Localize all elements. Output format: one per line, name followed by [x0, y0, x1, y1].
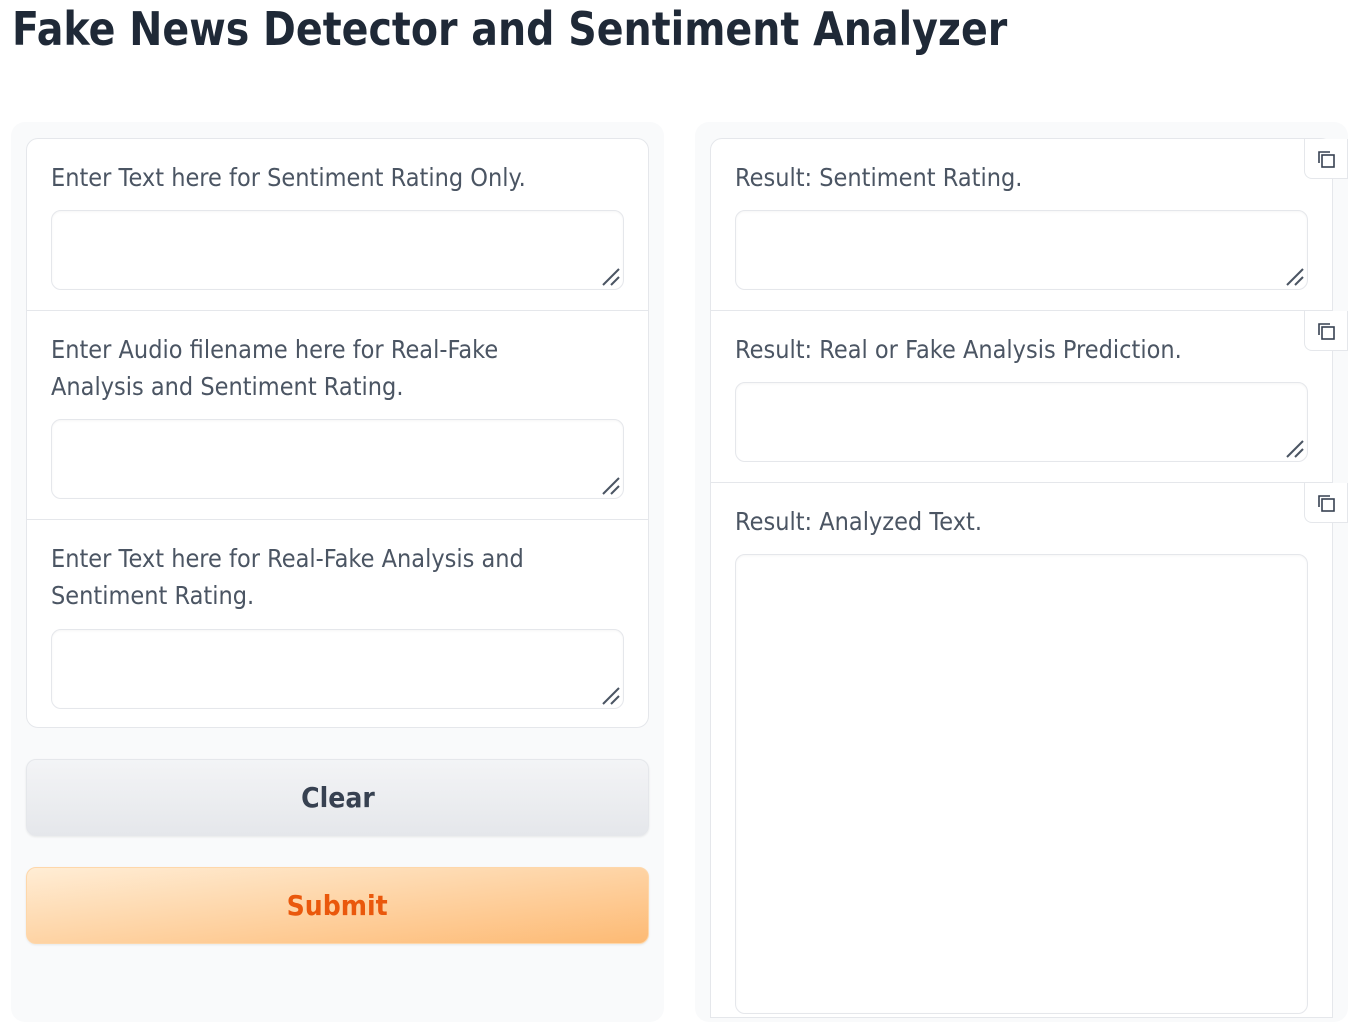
input-audio-filename-label: Enter Audio filename here for Real-Fake … [51, 335, 499, 401]
sentiment-result-output[interactable] [735, 210, 1308, 290]
output-card: Result: Sentiment Rating. Result: Real o… [710, 138, 1348, 1018]
copy-button[interactable] [1304, 483, 1348, 523]
output-analyzed-text-label: Result: Analyzed Text. [735, 507, 983, 536]
analyzed-text-output[interactable] [735, 554, 1308, 1014]
input-card: Enter Text here for Sentiment Rating Onl… [26, 138, 649, 728]
submit-button[interactable]: Submit [26, 867, 649, 944]
input-sentiment-only-label: Enter Text here for Sentiment Rating Onl… [51, 163, 526, 192]
submit-button-label: Submit [286, 889, 389, 922]
input-sentiment-only: Enter Text here for Sentiment Rating Onl… [27, 139, 648, 311]
output-sentiment-label: Result: Sentiment Rating. [735, 163, 1023, 192]
copy-button[interactable] [1304, 311, 1348, 351]
resize-handle-icon[interactable] [599, 265, 621, 287]
resize-handle-icon[interactable] [1283, 265, 1305, 287]
real-fake-text-input[interactable] [51, 629, 624, 709]
input-real-fake-text: Enter Text here for Real-Fake Analysis a… [27, 520, 648, 727]
output-panel: Result: Sentiment Rating. Result: Real o… [695, 122, 1348, 1022]
copy-icon [1318, 494, 1335, 512]
resize-handle-icon[interactable] [599, 684, 621, 706]
copy-button[interactable] [1304, 139, 1348, 179]
output-analyzed-text: Result: Analyzed Text. [711, 483, 1348, 1014]
input-audio-filename: Enter Audio filename here for Real-Fake … [27, 311, 648, 520]
input-real-fake-text-label: Enter Text here for Real-Fake Analysis a… [51, 544, 524, 610]
output-real-fake-label: Result: Real or Fake Analysis Prediction… [735, 335, 1182, 364]
resize-handle-icon[interactable] [1283, 437, 1305, 459]
real-fake-result-output[interactable] [735, 382, 1308, 462]
input-panel: Enter Text here for Sentiment Rating Onl… [11, 122, 664, 1022]
clear-button-label: Clear [300, 781, 375, 814]
copy-icon [1318, 322, 1335, 340]
output-sentiment: Result: Sentiment Rating. [711, 139, 1348, 311]
copy-icon [1318, 150, 1335, 168]
page-title: Fake News Detector and Sentiment Analyze… [12, 2, 1008, 56]
output-real-fake: Result: Real or Fake Analysis Prediction… [711, 311, 1348, 483]
resize-handle-icon[interactable] [599, 474, 621, 496]
clear-button[interactable]: Clear [26, 759, 649, 836]
audio-filename-input[interactable] [51, 419, 624, 499]
sentiment-text-input[interactable] [51, 210, 624, 290]
